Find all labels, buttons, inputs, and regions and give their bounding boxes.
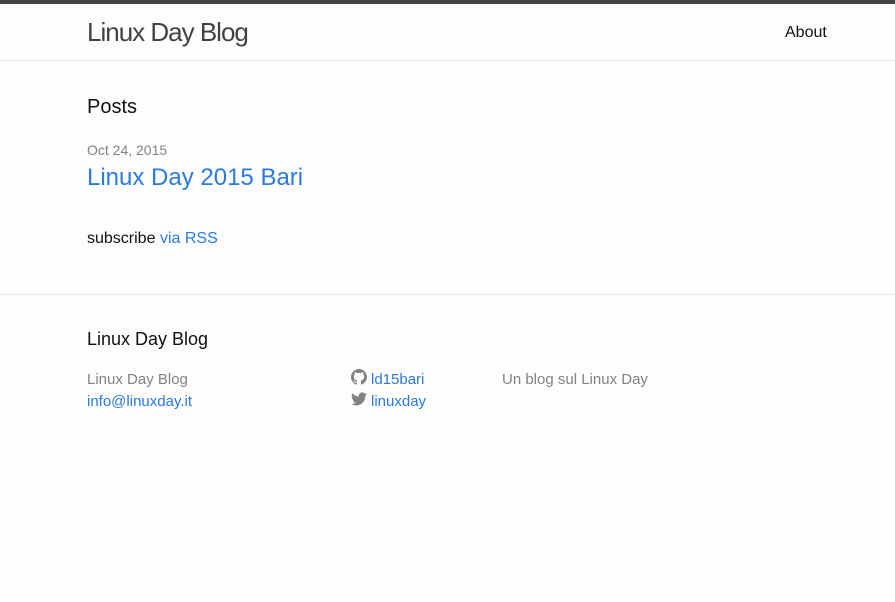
site-title-link[interactable]: Linux Day Blog — [87, 17, 249, 47]
footer-contact-column: Linux Day Blog info@linuxday.it — [87, 369, 192, 413]
rss-link[interactable]: via RSS — [160, 230, 218, 247]
footer-email-link[interactable]: info@linuxday.it — [87, 393, 192, 410]
twitter-row: linuxday — [351, 391, 426, 413]
nav-link-about[interactable]: About — [785, 23, 827, 43]
post-title-link[interactable]: Linux Day 2015 Bari — [87, 163, 303, 193]
post-date: Oct 24, 2015 — [87, 142, 168, 158]
rss-prefix: subscribe — [87, 230, 156, 247]
posts-heading: Posts — [87, 96, 138, 118]
twitter-link[interactable]: linuxday — [371, 391, 426, 413]
footer-social-column: ld15bari linuxday — [351, 368, 426, 413]
github-link[interactable]: ld15bari — [371, 369, 424, 391]
site-header: Linux Day Blog About — [0, 4, 895, 61]
footer-site-name: Linux Day Blog — [87, 371, 188, 388]
main-content: Posts Oct 24, 2015 Linux Day 2015 Bari s… — [0, 61, 895, 295]
twitter-icon — [351, 391, 371, 414]
github-row: ld15bari — [351, 368, 426, 392]
rss-subscribe: subscribe via RSS — [87, 229, 218, 249]
github-icon — [351, 368, 371, 392]
footer-heading: Linux Day Blog — [87, 329, 209, 349]
site-footer: Linux Day Blog Linux Day Blog info@linux… — [0, 295, 895, 595]
footer-description: Un blog sul Linux Day — [502, 371, 648, 388]
